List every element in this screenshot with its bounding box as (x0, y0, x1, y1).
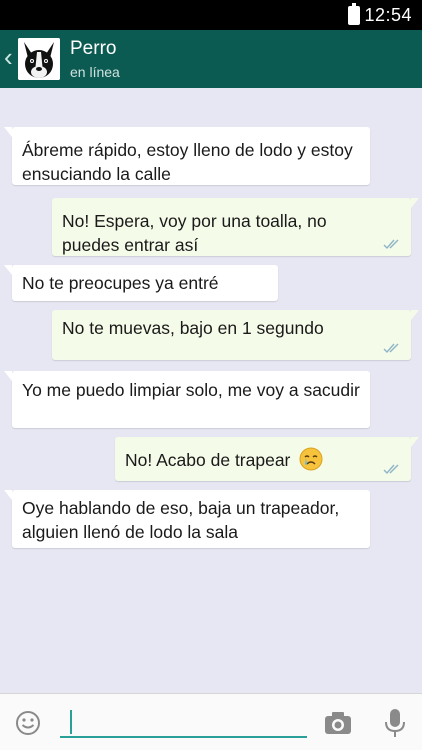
message-composer (0, 693, 422, 750)
message-bubble-incoming[interactable]: Yo me puedo limpiar solo, me voy a sacud… (4, 371, 370, 428)
message-bubble-outgoing[interactable]: No! Acabo de trapear (115, 437, 419, 481)
contact-avatar[interactable] (18, 38, 60, 80)
text-cursor (70, 710, 72, 734)
message-bubble-incoming[interactable]: Oye hablando de eso, baja un trapeador, … (4, 490, 370, 548)
double-check-icon (383, 239, 399, 250)
contact-status: en línea (70, 64, 120, 80)
message-text: No! Acabo de trapear (125, 450, 291, 470)
status-bar: 12:54 (0, 0, 422, 30)
contact-name[interactable]: Perro (70, 38, 116, 60)
message-text: Ábreme rápido, estoy lleno de lodo y est… (22, 140, 353, 184)
message-text: No! Espera, voy por una toalla, no puede… (62, 211, 327, 255)
message-list: Ábreme rápido, estoy lleno de lodo y est… (0, 88, 422, 693)
status-time: 12:54 (364, 5, 412, 25)
microphone-icon[interactable] (384, 708, 406, 738)
crying-face-icon (299, 447, 323, 471)
back-chevron-icon[interactable]: ‹ (4, 42, 13, 73)
message-bubble-incoming[interactable]: No te preocupes ya entré (4, 265, 278, 301)
double-check-icon (383, 343, 399, 354)
battery-icon (348, 3, 360, 25)
camera-icon[interactable] (324, 710, 352, 736)
message-text: Oye hablando de eso, baja un trapeador, … (22, 498, 340, 542)
message-bubble-outgoing[interactable]: No te muevas, bajo en 1 segundo (52, 310, 419, 360)
chat-header: ‹ Perro en línea (0, 30, 422, 88)
double-check-icon (383, 464, 399, 475)
message-input[interactable] (60, 706, 307, 738)
message-bubble-incoming[interactable]: Ábreme rápido, estoy lleno de lodo y est… (4, 127, 370, 185)
message-text: Yo me puedo limpiar solo, me voy a sacud… (22, 380, 360, 400)
dog-avatar-icon (18, 38, 60, 80)
message-text: No te preocupes ya entré (22, 273, 219, 293)
message-text: No te muevas, bajo en 1 segundo (62, 318, 324, 338)
message-bubble-outgoing[interactable]: No! Espera, voy por una toalla, no puede… (52, 198, 419, 256)
emoji-icon[interactable] (15, 710, 41, 736)
